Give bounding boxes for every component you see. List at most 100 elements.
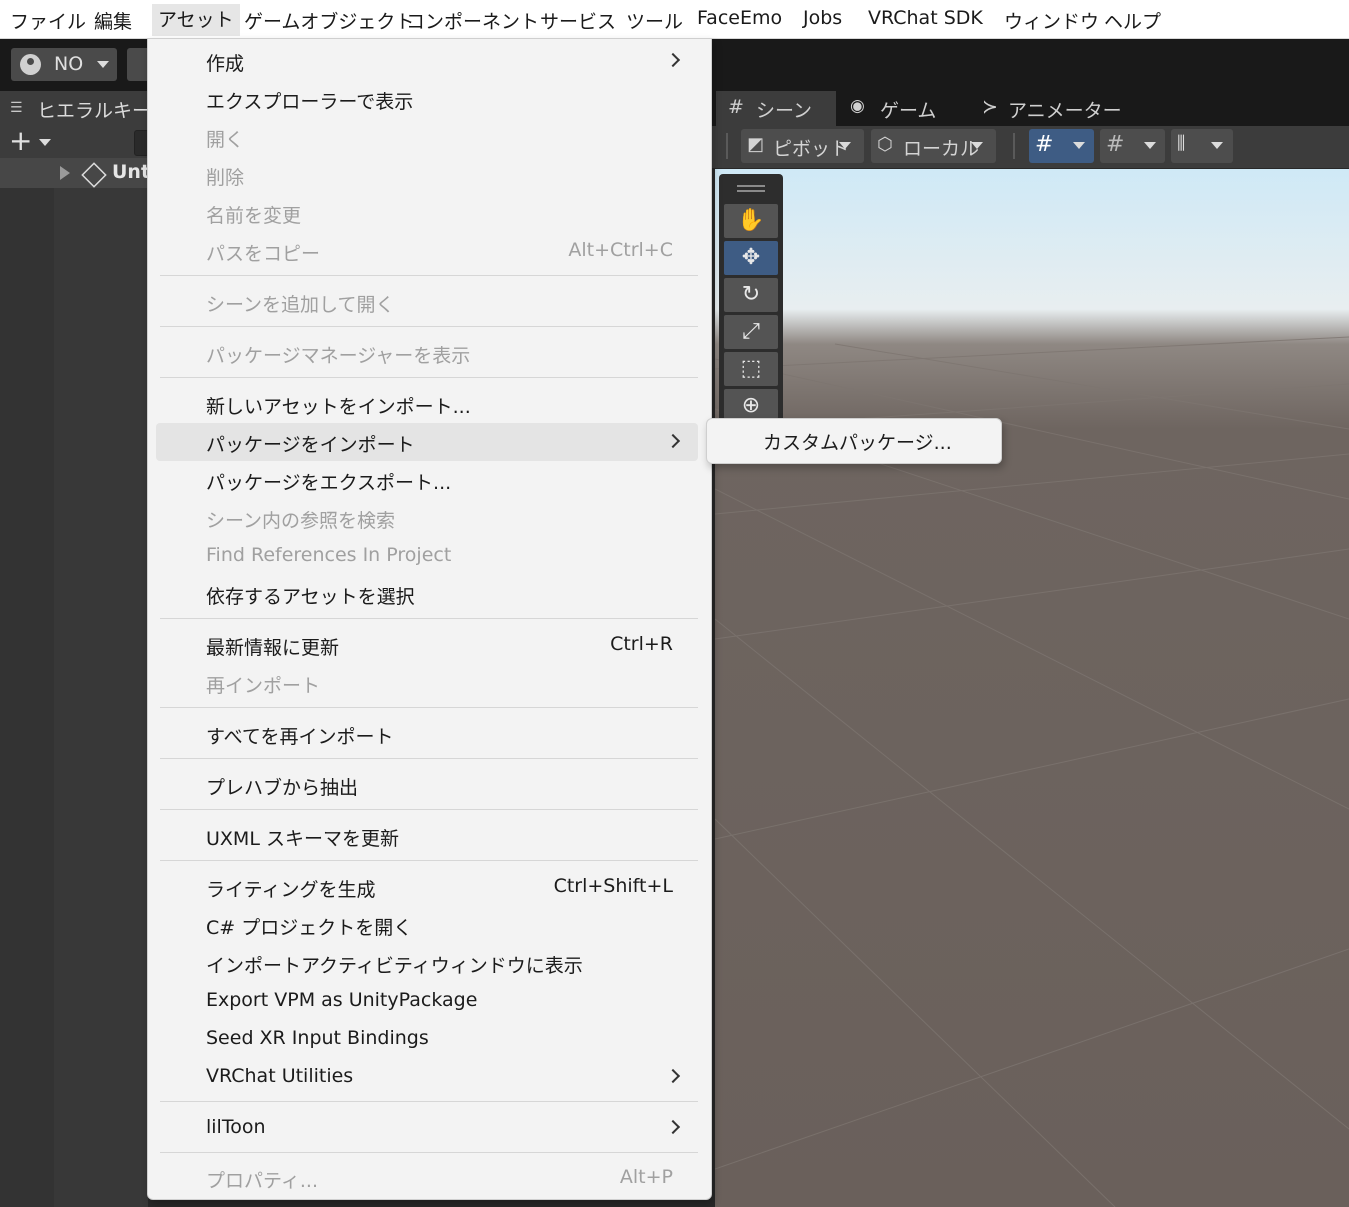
grid-snap-button[interactable]: # — [1029, 129, 1094, 163]
menu-item-copy-path: パスをコピー Alt+Ctrl+C — [156, 232, 698, 270]
scale-tool-icon[interactable]: ⤢ — [724, 315, 778, 349]
menu-item-generate-lighting[interactable]: ライティングを生成 Ctrl+Shift+L — [156, 868, 698, 906]
menu-separator — [160, 707, 698, 708]
cloud-button[interactable] — [127, 48, 149, 81]
menu-item-import-package[interactable]: パッケージをインポート — [156, 423, 698, 461]
menu-faceemo[interactable]: FaceEmo — [697, 7, 782, 29]
rotate-tool-icon[interactable]: ↻ — [724, 278, 778, 312]
menu-item-label: パッケージをエクスポート... — [206, 472, 452, 494]
menu-item-properties: プロパティ... Alt+P — [156, 1159, 698, 1197]
tab-animator-label: アニメーター — [1008, 100, 1122, 122]
increment-snap-button[interactable]: # — [1100, 129, 1165, 163]
menu-help[interactable]: ヘルプ — [1104, 7, 1161, 34]
menu-item-seed-xr-input-bindings[interactable]: Seed XR Input Bindings — [156, 1020, 698, 1058]
menu-item-reimport-all[interactable]: すべてを再インポート — [156, 715, 698, 753]
menu-item-label: 作成 — [206, 53, 245, 75]
menu-item-label: 依存するアセットを選択 — [206, 586, 415, 608]
menu-item-refresh[interactable]: 最新情報に更新 Ctrl+R — [156, 626, 698, 664]
account-icon — [20, 54, 41, 75]
grid-snap-icon: # — [1035, 132, 1054, 157]
tab-scene[interactable]: # シーン — [716, 91, 836, 126]
move-tool-icon[interactable]: ✥ — [724, 241, 778, 275]
menu-assets[interactable]: アセット — [152, 4, 240, 36]
menu-item-label: プロパティ... — [206, 1170, 318, 1192]
menu-separator — [160, 1152, 698, 1153]
menu-gameobject[interactable]: ゲームオブジェクト — [244, 7, 414, 34]
menu-item-rename: 名前を変更 — [156, 194, 698, 232]
menu-item-find-references-in-project: Find References In Project — [156, 537, 698, 575]
menu-item-label: インポートアクティビティウィンドウに表示 — [206, 955, 583, 977]
menu-item-select-dependencies[interactable]: 依存するアセットを選択 — [156, 575, 698, 613]
menu-separator — [160, 377, 698, 378]
menu-item-label: UXML スキーマを更新 — [206, 828, 399, 850]
menu-item-export-vpm[interactable]: Export VPM as UnityPackage — [156, 982, 698, 1020]
chevron-down-icon — [1073, 142, 1085, 149]
menu-item-update-uxml-schema[interactable]: UXML スキーマを更新 — [156, 817, 698, 855]
menu-item-liltoon[interactable]: lilToon — [156, 1109, 698, 1147]
chevron-down-icon — [971, 142, 983, 149]
menu-item-export-package[interactable]: パッケージをエクスポート... — [156, 461, 698, 499]
menu-item-label: プレハブから抽出 — [206, 777, 359, 799]
menu-item-create[interactable]: 作成 — [156, 42, 698, 80]
menu-item-open-csharp-project[interactable]: C# プロジェクトを開く — [156, 906, 698, 944]
ruler-button[interactable]: ⫼ — [1171, 129, 1233, 163]
chevron-down-icon[interactable] — [39, 139, 51, 146]
menu-item-view-in-import-activity[interactable]: インポートアクティビティウィンドウに表示 — [156, 944, 698, 982]
grid-icon: # — [728, 96, 744, 118]
menu-edit[interactable]: 編集 — [94, 7, 132, 34]
local-dropdown[interactable]: ⬡ ローカル — [871, 129, 996, 163]
menu-item-label: Seed XR Input Bindings — [206, 1027, 429, 1049]
unity-scene-icon — [81, 162, 107, 188]
menu-item-show-in-explorer[interactable]: エクスプローラーで表示 — [156, 80, 698, 118]
menu-jobs[interactable]: Jobs — [803, 7, 842, 29]
assets-dropdown-menu: 作成 エクスプローラーで表示 開く 削除 名前を変更 パスをコピー Alt+Ctr… — [147, 38, 712, 1200]
menu-item-label: C# プロジェクトを開く — [206, 917, 413, 939]
menu-separator — [160, 1101, 698, 1102]
tab-game[interactable]: ◉ ゲーム — [846, 91, 956, 126]
tool-palette: ✋ ✥ ↻ ⤢ ⬚ ⊕ — [719, 174, 783, 424]
animator-icon: ≻ — [982, 96, 998, 118]
cube-icon: ⬡ — [877, 134, 893, 155]
hierarchy-tab[interactable]: ☰ ヒエラルキー — [0, 91, 151, 126]
submenu-item-custom-package[interactable]: カスタムパッケージ... — [763, 428, 952, 455]
drag-handle-icon[interactable] — [737, 185, 765, 187]
menu-window[interactable]: ウィンドウ — [1004, 7, 1099, 34]
menu-item-shortcut: Alt+P — [619, 1166, 673, 1188]
import-package-submenu: カスタムパッケージ... — [706, 418, 1002, 464]
menu-bar: ファイル 編集 アセット ゲームオブジェクト コンポーネント サービス ツール … — [0, 0, 1349, 39]
scene-grid — [715, 336, 1349, 1207]
menu-component[interactable]: コンポーネント — [406, 7, 539, 34]
tab-animator[interactable]: ≻ アニメーター — [980, 91, 1122, 126]
menu-item-extract-from-prefab[interactable]: プレハブから抽出 — [156, 766, 698, 804]
tab-scene-label: シーン — [756, 100, 813, 122]
hierarchy-scene-row[interactable]: Unt — [0, 158, 150, 188]
menu-item-view-package-manager: パッケージマネージャーを表示 — [156, 334, 698, 372]
menu-item-vrchat-utilities[interactable]: VRChat Utilities — [156, 1058, 698, 1096]
menu-item-import-new-asset[interactable]: 新しいアセットをインポート... — [156, 385, 698, 423]
hand-tool-icon[interactable]: ✋ — [724, 204, 778, 238]
account-label: NO — [54, 53, 84, 75]
menu-item-shortcut: Alt+Ctrl+C — [568, 239, 673, 261]
menu-item-label: シーン内の参照を検索 — [206, 510, 396, 532]
menu-item-label: 削除 — [206, 167, 245, 189]
ruler-icon: ⫼ — [1177, 133, 1186, 154]
chevron-down-icon — [839, 142, 851, 149]
add-icon[interactable]: + — [9, 124, 32, 157]
hierarchy-gutter — [0, 158, 54, 1207]
account-dropdown[interactable]: NO — [11, 48, 117, 81]
menu-item-label: すべてを再インポート — [206, 726, 394, 748]
menu-services[interactable]: サービス — [540, 7, 616, 34]
rect-tool-icon[interactable]: ⬚ — [724, 352, 778, 386]
pivot-dropdown[interactable]: ◩ ピボット — [741, 129, 864, 163]
transform-tool-icon[interactable]: ⊕ — [724, 389, 778, 419]
menu-file[interactable]: ファイル — [10, 7, 86, 34]
menu-item-label: 新しいアセットをインポート... — [206, 396, 471, 418]
menu-item-delete: 削除 — [156, 156, 698, 194]
menu-separator — [160, 275, 698, 276]
menu-tools[interactable]: ツール — [626, 7, 683, 34]
expand-arrow-icon[interactable] — [60, 166, 70, 180]
menu-vrchat-sdk[interactable]: VRChat SDK — [868, 7, 983, 29]
scene-viewport[interactable] — [715, 169, 1349, 1207]
menu-separator — [160, 618, 698, 619]
menu-item-label: パッケージマネージャーを表示 — [206, 345, 471, 367]
